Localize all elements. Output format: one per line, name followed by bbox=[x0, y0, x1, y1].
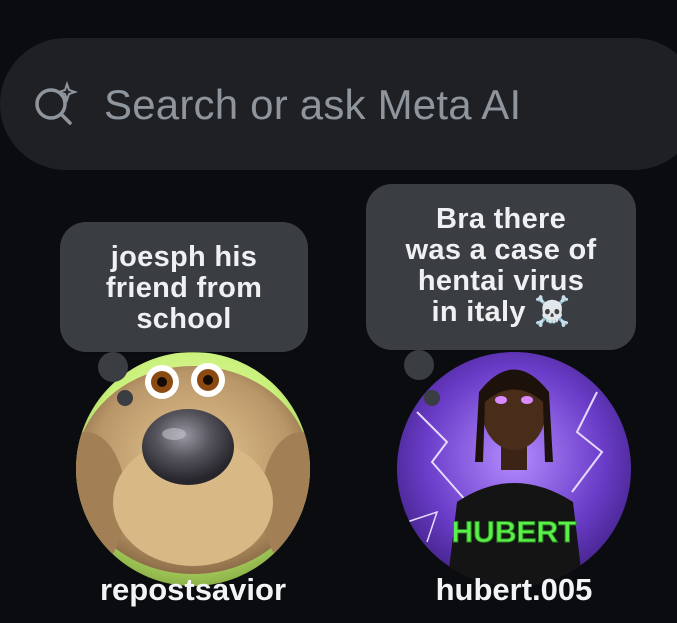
search-bar[interactable]: Search or ask Meta AI bbox=[0, 38, 677, 170]
note-bubble-tail bbox=[404, 350, 434, 380]
meta-ai-search-icon bbox=[35, 80, 79, 125]
note-bubble[interactable]: joesph his friend from school bbox=[60, 222, 308, 352]
avatar-hubert[interactable]: HUBERT bbox=[397, 352, 631, 586]
username-label[interactable]: repostsavior bbox=[76, 572, 310, 608]
search-input[interactable]: Search or ask Meta AI bbox=[104, 80, 521, 130]
note-bubble-tail-dot bbox=[424, 390, 440, 406]
username-label[interactable]: hubert.005 bbox=[397, 572, 631, 608]
note-bubble[interactable]: Bra there was a case of hentai virus in … bbox=[366, 184, 636, 350]
avatar-repostsavior[interactable] bbox=[76, 352, 310, 586]
note-bubble-tail bbox=[98, 352, 128, 382]
talking-dog-avatar bbox=[76, 352, 310, 586]
hubert-avatar: HUBERT bbox=[397, 352, 631, 586]
note-text: joesph his friend from school bbox=[105, 241, 263, 335]
avatar-shirt-text: HUBERT bbox=[452, 516, 577, 549]
note-bubble-tail-dot bbox=[117, 390, 133, 406]
note-text: Bra there was a case of hentai virus in … bbox=[405, 203, 597, 328]
